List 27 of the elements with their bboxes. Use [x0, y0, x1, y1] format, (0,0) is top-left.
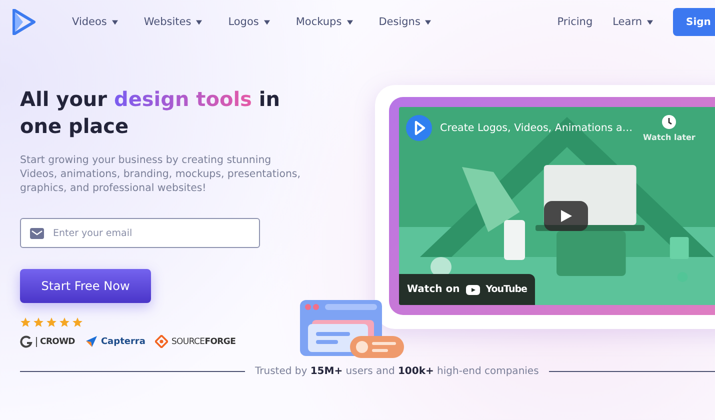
nav-link[interactable]: Pricing	[557, 16, 593, 28]
email-input[interactable]: Enter your email	[53, 220, 259, 246]
logo-icon[interactable]	[12, 9, 36, 35]
nav-menu[interactable]: Designs	[378, 16, 432, 28]
sign-button[interactable]: Sign	[673, 8, 715, 36]
hero-heading: All your design tools in one place	[20, 86, 282, 140]
nav-link[interactable]: Learn	[612, 16, 653, 28]
nav-menu[interactable]: Videos	[72, 16, 118, 28]
nav-menu[interactable]: Logos	[228, 16, 270, 28]
play-icon[interactable]	[544, 201, 588, 231]
play-logo-icon	[466, 284, 480, 294]
g2-logo-icon	[20, 335, 33, 348]
capterra-logo-icon	[84, 335, 98, 348]
channel-avatar-icon[interactable]	[406, 115, 432, 141]
clock-icon	[662, 115, 676, 129]
review-site-name: SOURCEFORGE	[171, 336, 236, 346]
review-site-name: Capterra	[100, 336, 146, 346]
hero-description: Start growing your business by creating stunning Videos, animations, branding, mockups, presentations, graphics, and professional websites!	[20, 154, 302, 196]
nav-menu[interactable]: Websites	[144, 16, 202, 28]
watch-on-youtube-button[interactable]: Watch on YouTube	[399, 274, 535, 305]
sourceforge-logo-icon	[155, 335, 168, 348]
trusted-by-text: Trusted by 15M+ users and 100k+ high-end companies	[255, 366, 539, 377]
email-field[interactable]: Enter your email	[20, 218, 260, 248]
start-free-button[interactable]: Start Free Now	[20, 269, 151, 303]
mail-icon	[30, 228, 44, 238]
nav-menu[interactable]: Mockups	[296, 16, 353, 28]
review-site-name: CROWD	[36, 336, 75, 346]
